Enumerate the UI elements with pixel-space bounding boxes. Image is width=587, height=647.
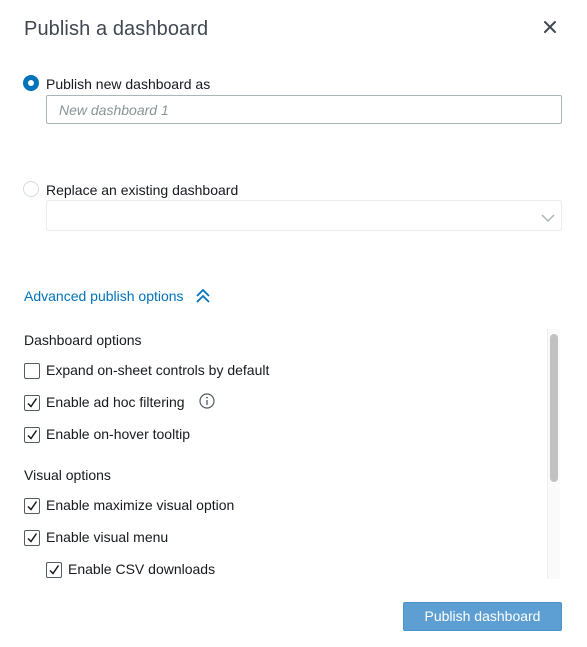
csv-downloads-label: Enable CSV downloads xyxy=(68,561,216,577)
checkmark-icon xyxy=(49,565,60,575)
options-scrollbar-thumb[interactable] xyxy=(550,334,558,482)
existing-dashboard-select[interactable] xyxy=(46,200,562,231)
visual-menu-checkbox[interactable] xyxy=(24,530,40,546)
info-icon[interactable] xyxy=(199,393,215,409)
checkmark-icon xyxy=(27,398,38,408)
chevron-double-up-icon xyxy=(195,288,211,306)
on-hover-tooltip-label: Enable on-hover tooltip xyxy=(46,426,190,442)
visual-options-heading: Visual options xyxy=(24,467,111,483)
publish-new-label: Publish new dashboard as xyxy=(46,76,211,92)
publish-dashboard-button[interactable]: Publish dashboard xyxy=(403,602,562,631)
maximize-visual-checkbox[interactable] xyxy=(24,498,40,514)
chevron-down-icon xyxy=(541,210,555,228)
replace-existing-radio[interactable] xyxy=(23,181,39,197)
dashboard-options-heading: Dashboard options xyxy=(24,332,142,348)
publish-dashboard-dialog: Publish a dashboard Publish new dashboar… xyxy=(0,0,587,647)
checkmark-icon xyxy=(27,501,38,511)
replace-existing-label: Replace an existing dashboard xyxy=(46,182,239,198)
advanced-publish-options-label: Advanced publish options xyxy=(24,288,184,304)
close-icon xyxy=(544,21,556,33)
visual-menu-label: Enable visual menu xyxy=(46,529,169,545)
on-hover-tooltip-checkbox[interactable] xyxy=(24,427,40,443)
ad-hoc-filtering-checkbox[interactable] xyxy=(24,395,40,411)
checkmark-icon xyxy=(27,533,38,543)
dashboard-name-input[interactable] xyxy=(46,95,562,124)
close-button[interactable] xyxy=(541,18,559,36)
csv-downloads-checkbox[interactable] xyxy=(46,562,62,578)
expand-controls-checkbox[interactable] xyxy=(24,363,40,379)
advanced-publish-options-toggle[interactable]: Advanced publish options xyxy=(24,288,211,306)
maximize-visual-label: Enable maximize visual option xyxy=(46,497,235,513)
dialog-title: Publish a dashboard xyxy=(24,18,209,40)
expand-controls-label: Expand on-sheet controls by default xyxy=(46,362,270,378)
publish-new-radio[interactable] xyxy=(23,75,39,91)
checkmark-icon xyxy=(27,430,38,440)
ad-hoc-filtering-label: Enable ad hoc filtering xyxy=(46,394,185,410)
